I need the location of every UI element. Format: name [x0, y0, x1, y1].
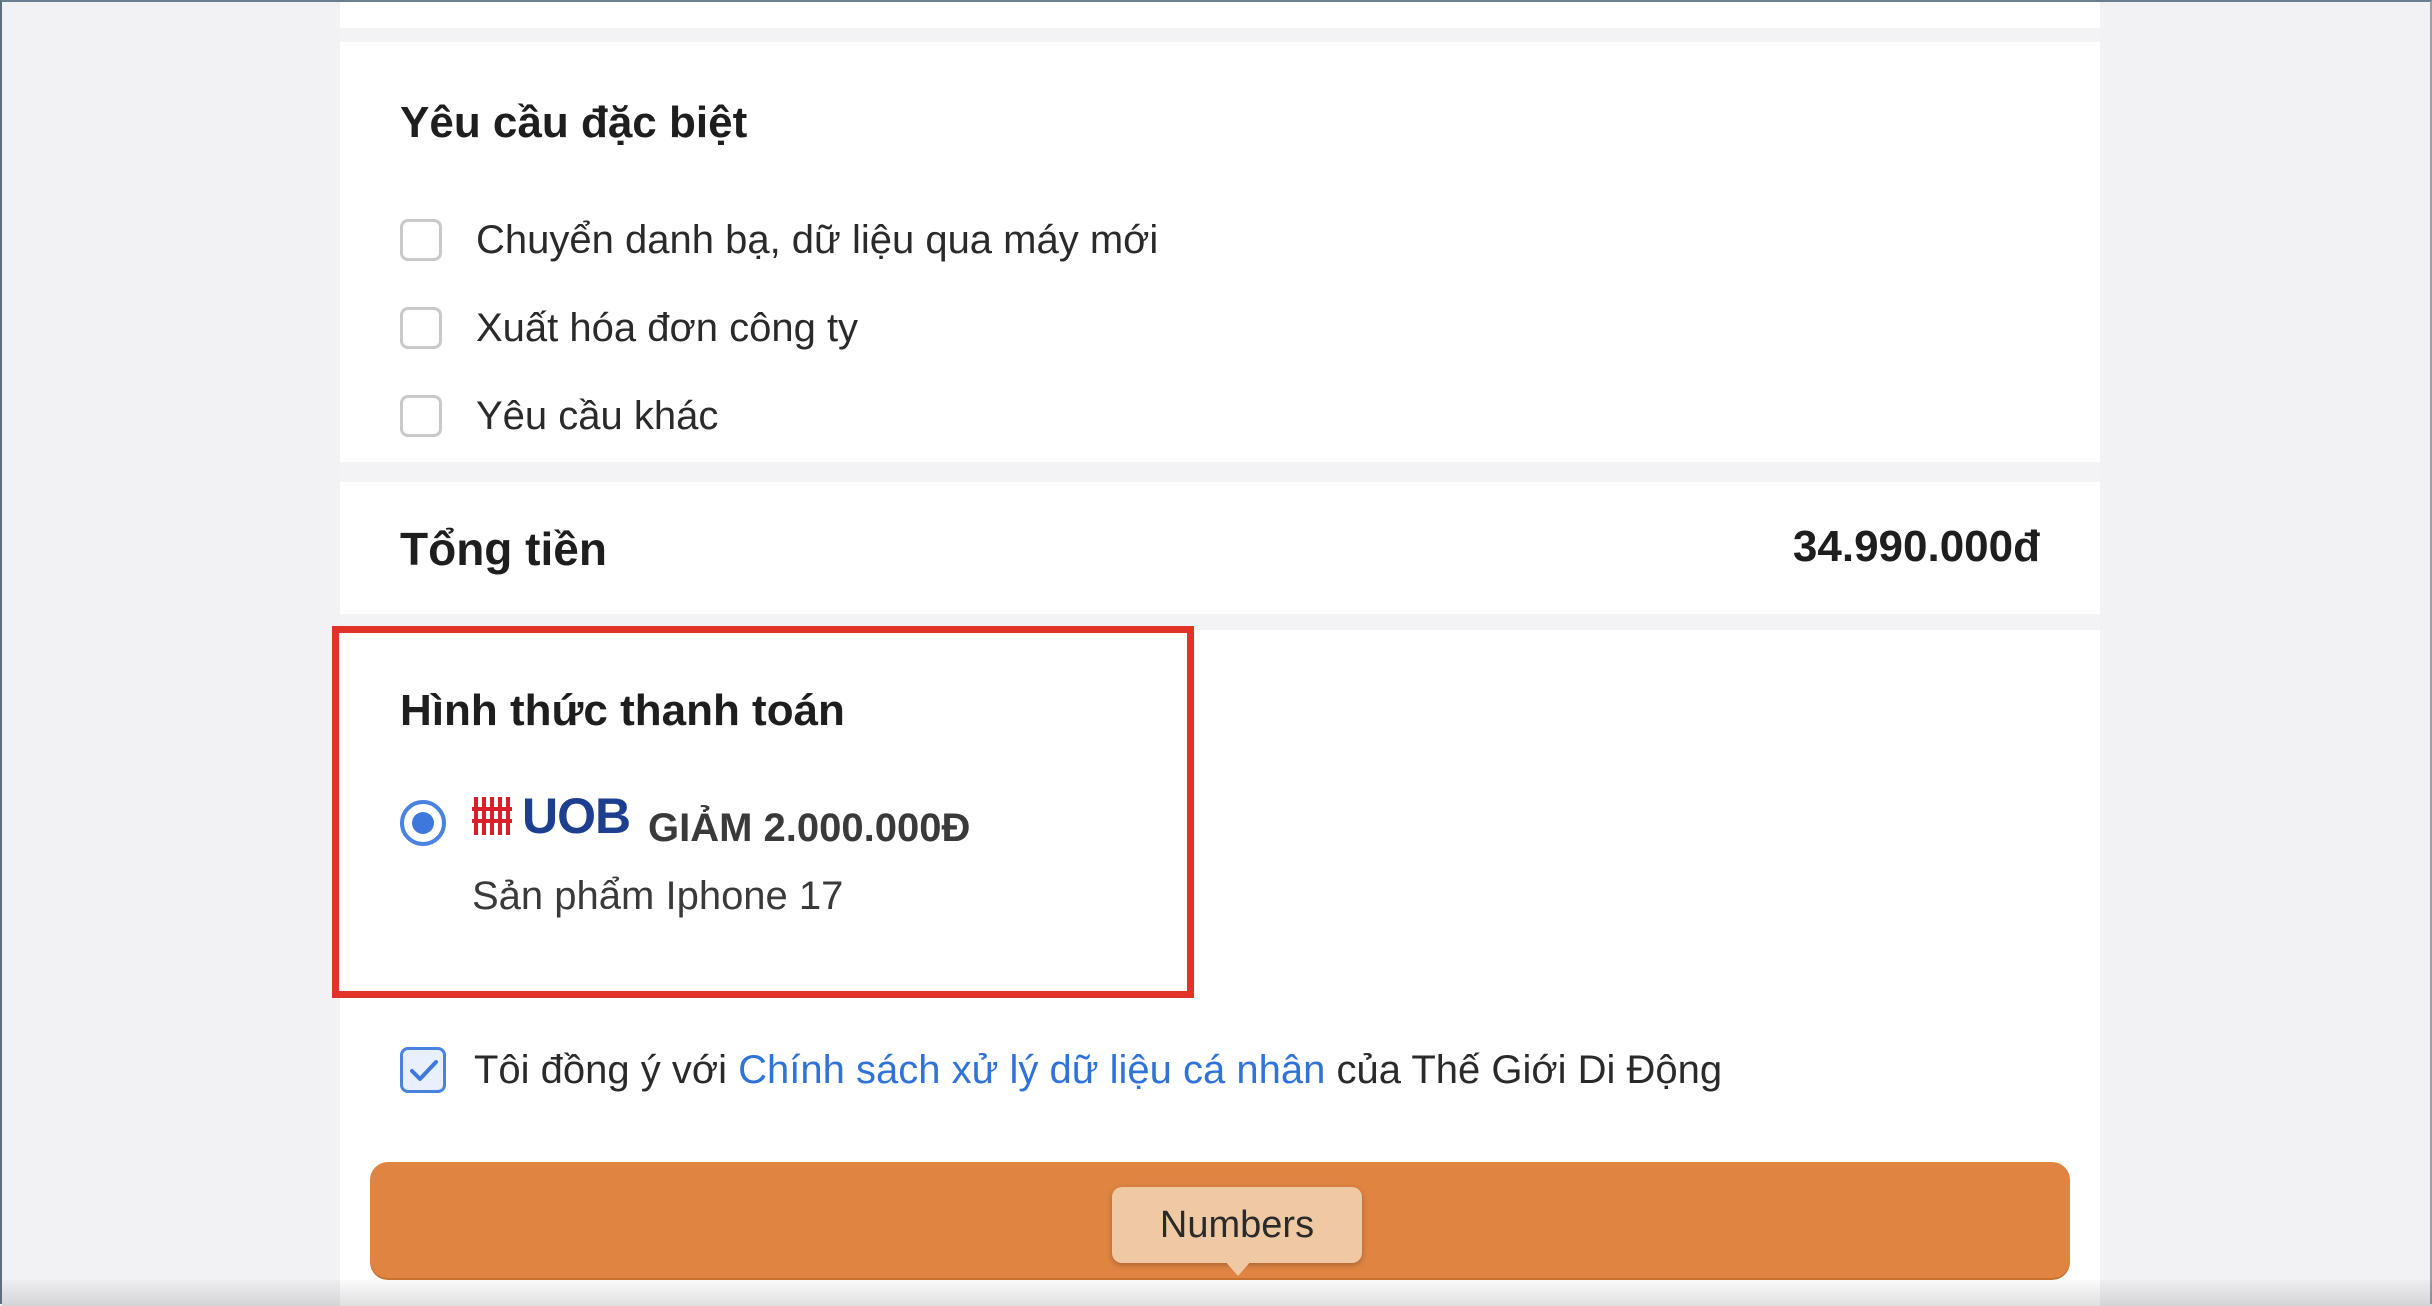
agreement-suffix: của Thế Giới Di Động [1325, 1047, 1723, 1092]
request-option-label: Yêu cầu khác [476, 393, 719, 438]
uob-product-note: Sản phẩm Iphone 17 [472, 874, 844, 918]
company-invoice-checkbox[interactable] [400, 307, 442, 349]
checkout-page: Yêu cầu đặc biệt Chuyển danh bạ, dữ liệu… [332, 2, 2100, 1306]
uob-logo[interactable]: UOB [472, 788, 631, 844]
privacy-agreement-row[interactable]: Tôi đồng ý với Chính sách xử lý dữ liệu … [400, 1045, 1722, 1095]
numbers-tooltip: Numbers [1112, 1187, 1362, 1263]
bottom-shadow [2, 1280, 2432, 1306]
request-option-label: Xuất hóa đơn công ty [476, 305, 859, 350]
special-requests-title: Yêu cầu đặc biệt [400, 98, 748, 147]
request-option-label: Chuyển danh bạ, dữ liệu qua máy mới [476, 217, 1159, 262]
uob-payment-radio[interactable] [400, 800, 446, 846]
uob-discount-label: GIẢM 2.000.000Đ [648, 806, 971, 850]
privacy-agreement-checkbox[interactable] [400, 1047, 446, 1093]
top-card-strip [340, 2, 2100, 28]
payment-method-title: Hình thức thanh toán [400, 686, 845, 735]
request-option-company-invoice[interactable]: Xuất hóa đơn công ty [400, 304, 858, 352]
transfer-data-checkbox[interactable] [400, 219, 442, 261]
other-request-checkbox[interactable] [400, 395, 442, 437]
checkmark-icon [410, 1060, 438, 1081]
uob-mark-icon [472, 797, 512, 835]
privacy-agreement-text: Tôi đồng ý với Chính sách xử lý dữ liệu … [474, 1048, 1722, 1093]
total-section: Tổng tiền 34.990.000đ [340, 482, 2100, 614]
privacy-policy-link[interactable]: Chính sách xử lý dữ liệu cá nhân [738, 1048, 1325, 1092]
agreement-prefix: Tôi đồng ý với [474, 1047, 739, 1092]
screen: Yêu cầu đặc biệt Chuyển danh bạ, dữ liệu… [0, 0, 2432, 1306]
special-requests-section: Yêu cầu đặc biệt Chuyển danh bạ, dữ liệu… [340, 42, 2100, 462]
total-label: Tổng tiền [400, 523, 607, 575]
uob-logo-text: UOB [522, 788, 631, 844]
total-value: 34.990.000đ [1792, 522, 2040, 571]
tooltip-arrow [1224, 1260, 1252, 1276]
request-option-transfer-data[interactable]: Chuyển danh bạ, dữ liệu qua máy mới [400, 216, 1158, 264]
request-option-other[interactable]: Yêu cầu khác [400, 392, 718, 440]
